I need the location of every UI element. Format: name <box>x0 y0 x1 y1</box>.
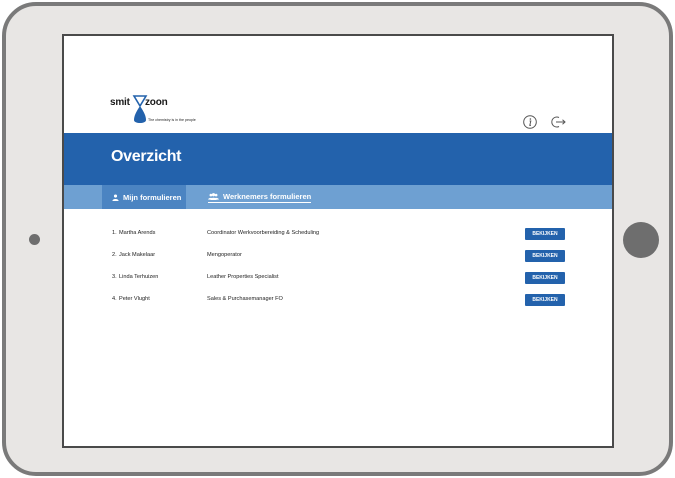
tab-bar: Mijn formulieren Werknemers formulieren <box>64 185 612 209</box>
tab-label: Mijn formulieren <box>123 192 182 202</box>
employee-row: 3. Linda Terhuizen Leather Properties Sp… <box>64 268 612 290</box>
employee-name: Martha Arends <box>119 230 156 236</box>
logo-word-left: smit <box>110 97 130 108</box>
employee-role: Coordinator Werkvoorbereiding & Scheduli… <box>207 230 320 236</box>
header-actions <box>522 114 566 130</box>
logo-word-right: zoon <box>145 97 168 108</box>
row-number: 1. <box>112 230 117 236</box>
view-button[interactable]: BEKIJKEN <box>525 272 565 284</box>
row-number: 4. <box>112 296 117 302</box>
tablet-home-button[interactable] <box>623 222 659 258</box>
tab-mijn-formulieren[interactable]: Mijn formulieren <box>102 185 186 209</box>
brand-logo: smit zoon The chemistry is in the people <box>110 94 230 128</box>
employee-name: Linda Terhuizen <box>119 274 159 280</box>
logout-icon[interactable] <box>550 114 566 130</box>
employee-role: Mengoperator <box>207 252 242 258</box>
logo-tagline: The chemistry is in the people <box>148 118 196 122</box>
row-number: 2. <box>112 252 117 258</box>
users-icon <box>208 192 219 200</box>
employee-role: Leather Properties Specialist <box>207 274 279 280</box>
tab-inner: Werknemers formulieren <box>208 191 312 203</box>
view-button[interactable]: BEKIJKEN <box>525 294 565 306</box>
employee-list: 1. Martha Arends Coordinator Werkvoorber… <box>64 224 612 312</box>
employee-name: Jack Makelaar <box>119 252 156 258</box>
tablet-camera <box>29 234 40 245</box>
view-button[interactable]: BEKIJKEN <box>525 250 565 262</box>
employee-row: 2. Jack Makelaar Mengoperator BEKIJKEN <box>64 246 612 268</box>
employee-name: Peter Vlught <box>119 296 150 302</box>
page-title: Overzicht <box>111 148 182 165</box>
row-number: 3. <box>112 274 117 280</box>
title-band: Overzicht <box>64 133 612 185</box>
employee-row: 4. Peter Vlught Sales & Purchasemanager … <box>64 290 612 312</box>
tab-werknemers-formulieren[interactable]: Werknemers formulieren <box>206 185 316 209</box>
user-icon <box>112 193 119 201</box>
employee-row: 1. Martha Arends Coordinator Werkvoorber… <box>64 224 612 246</box>
employee-role: Sales & Purchasemanager FO <box>207 296 283 302</box>
app-screen: smit zoon The chemistry is in the people… <box>62 34 614 448</box>
view-button[interactable]: BEKIJKEN <box>525 228 565 240</box>
info-icon[interactable] <box>522 114 538 130</box>
tab-label: Werknemers formulieren <box>223 191 312 201</box>
